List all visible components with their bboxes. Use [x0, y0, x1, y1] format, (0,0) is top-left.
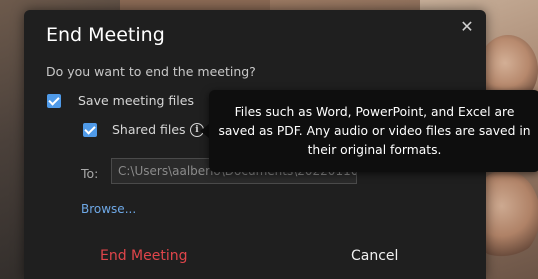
- dialog-footer: [24, 238, 486, 279]
- save-files-label: Save meeting files: [78, 93, 194, 108]
- browse-link[interactable]: Browse...: [81, 202, 136, 216]
- end-meeting-button[interactable]: End Meeting: [100, 248, 188, 264]
- tooltip-arrow: [200, 124, 209, 138]
- close-icon[interactable]: ✕: [456, 16, 478, 38]
- dialog-question: Do you want to end the meeting?: [46, 64, 256, 79]
- shared-files-checkbox[interactable]: [83, 123, 97, 137]
- shared-files-label: Shared files: [112, 122, 186, 137]
- cancel-button[interactable]: Cancel: [351, 248, 398, 264]
- shared-files-tooltip: Files such as Word, PowerPoint, and Exce…: [209, 90, 538, 172]
- to-label: To:: [81, 166, 99, 181]
- save-files-checkbox[interactable]: [47, 94, 61, 108]
- dialog-title: End Meeting: [46, 24, 165, 46]
